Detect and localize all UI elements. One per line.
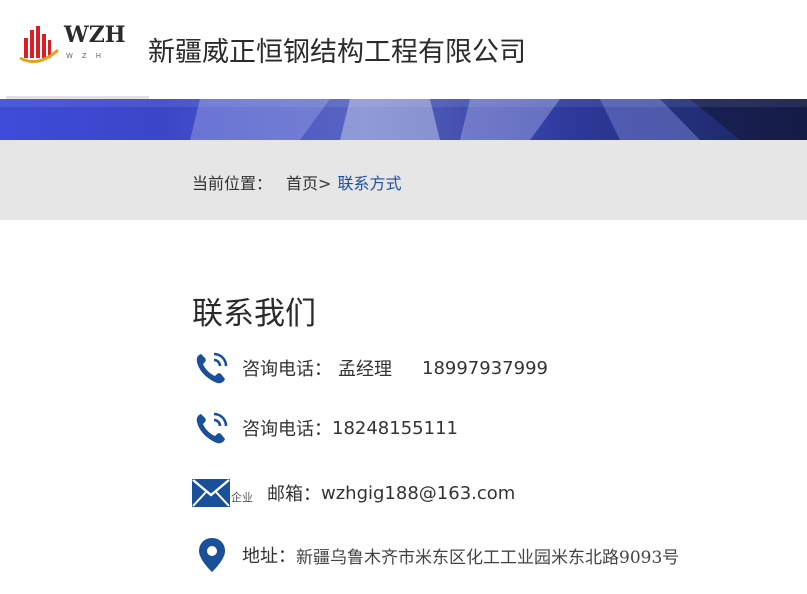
- breadcrumb-bar: 当前位置： 首页> 联系方式: [0, 140, 807, 220]
- site-header: WZH WZH 新疆威正恒钢结构工程有限公司: [0, 0, 807, 99]
- location-pin-icon: [199, 538, 225, 572]
- breadcrumb-prefix: 当前位置：: [192, 174, 273, 193]
- email-address[interactable]: wzhgig188@163.com: [321, 483, 515, 504]
- email-label: 邮箱：: [267, 484, 321, 505]
- breadcrumb: 当前位置： 首页> 联系方式: [192, 170, 401, 194]
- contact-person: 孟经理: [338, 359, 392, 380]
- address-value: 新疆乌鲁木齐市米东区化工工业园米东北路9093号: [296, 547, 680, 568]
- phone-label: 咨询电话：: [242, 419, 332, 440]
- company-name: 新疆威正恒钢结构工程有限公司: [148, 37, 526, 68]
- mail-icon-tag: 企业: [231, 491, 253, 504]
- phone-icon: [196, 412, 228, 444]
- phone-icon: [196, 352, 228, 384]
- contact-row-email: 企业 邮箱： wzhgig188@163.com: [192, 473, 515, 513]
- contact-row-phone-2: 咨询电话： 18248155111: [192, 408, 458, 448]
- phone-number[interactable]: 18997937999: [422, 358, 548, 379]
- address-label: 地址：: [242, 546, 296, 567]
- breadcrumb-home-link[interactable]: 首页>: [286, 170, 331, 194]
- page-banner: [0, 99, 807, 140]
- page-title: 联系我们: [192, 296, 316, 332]
- breadcrumb-current-link[interactable]: 联系方式: [337, 170, 401, 194]
- company-logo[interactable]: WZH WZH: [18, 22, 126, 68]
- contact-row-address: 地址： 新疆乌鲁木齐市米东区化工工业园米东北路9093号: [192, 535, 679, 575]
- contact-row-phone-1: 咨询电话： 孟经理 18997937999: [192, 348, 548, 388]
- logo-mark-icon: [19, 26, 60, 64]
- phone-number[interactable]: 18248155111: [332, 418, 458, 439]
- mail-icon: [192, 479, 230, 507]
- phone-label: 咨询电话：: [242, 359, 332, 380]
- logo-subtext: WZH: [66, 52, 110, 60]
- mail-icon-group: 企业: [192, 479, 253, 507]
- logo-wordmark: WZH: [64, 22, 126, 48]
